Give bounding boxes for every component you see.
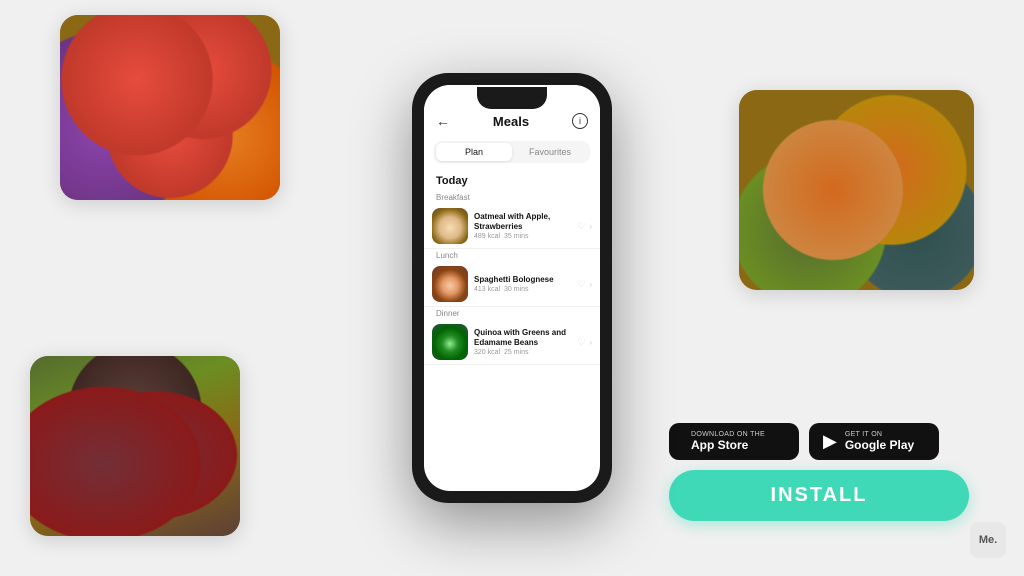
meal-image-oatmeal <box>432 208 468 244</box>
meal-name-dinner: Quinoa with Greens and Edamame Beans <box>474 328 577 347</box>
meal-actions-lunch: ♡ › <box>577 279 592 290</box>
category-dinner: Dinner <box>424 307 600 320</box>
app-store-sub: Download on the <box>691 431 765 438</box>
screen-content: ← Meals i Plan Favourites Today Breakfas… <box>424 85 600 491</box>
store-buttons: Download on the App Store ▶ GET IT ON Go… <box>669 423 969 460</box>
meal-info-breakfast: Oatmeal with Apple, Strawberries 489 kca… <box>474 212 577 240</box>
chevron-icon-dinner[interactable]: › <box>589 338 592 347</box>
meal-name-lunch: Spaghetti Bolognese <box>474 275 577 285</box>
google-play-main: Google Play <box>845 438 914 452</box>
meal-item-dinner[interactable]: Quinoa with Greens and Edamame Beans 320… <box>424 320 600 365</box>
heart-icon-breakfast[interactable]: ♡ <box>577 221 585 232</box>
section-today: Today <box>424 171 600 191</box>
google-play-sub: GET IT ON <box>845 431 914 438</box>
heart-icon-lunch[interactable]: ♡ <box>577 279 585 290</box>
meal-image-quinoa <box>432 324 468 360</box>
phone-screen: ← Meals i Plan Favourites Today Breakfas… <box>424 85 600 491</box>
food-image-top-left <box>60 15 280 200</box>
tab-favourites[interactable]: Favourites <box>512 143 588 161</box>
google-play-button[interactable]: ▶ GET IT ON Google Play <box>809 423 939 460</box>
meal-item-breakfast[interactable]: Oatmeal with Apple, Strawberries 489 kca… <box>424 204 600 249</box>
category-lunch: Lunch <box>424 249 600 262</box>
meal-name-breakfast: Oatmeal with Apple, Strawberries <box>474 212 577 231</box>
google-play-text: GET IT ON Google Play <box>845 431 914 452</box>
app-store-main: App Store <box>691 438 765 452</box>
meal-actions-dinner: ♡ › <box>577 337 592 348</box>
category-breakfast: Breakfast <box>424 191 600 204</box>
chevron-icon-breakfast[interactable]: › <box>589 222 592 231</box>
meal-meta-lunch: 413 kcal 30 mins <box>474 286 577 293</box>
food-image-bottom-left <box>30 356 240 536</box>
meal-actions-breakfast: ♡ › <box>577 221 592 232</box>
food-image-right <box>739 90 974 290</box>
google-play-icon: ▶ <box>823 431 837 452</box>
app-store-text: Download on the App Store <box>691 431 765 452</box>
meal-info-lunch: Spaghetti Bolognese 413 kcal 30 mins <box>474 275 577 294</box>
meal-meta-dinner: 320 kcal 25 mins <box>474 349 577 356</box>
chevron-icon-lunch[interactable]: › <box>589 280 592 289</box>
phone-mockup: ← Meals i Plan Favourites Today Breakfas… <box>412 73 612 503</box>
app-store-button[interactable]: Download on the App Store <box>669 423 799 460</box>
back-button[interactable]: ← <box>436 113 450 129</box>
tab-bar: Plan Favourites <box>434 141 590 163</box>
screen-title: Meals <box>493 114 529 129</box>
meal-meta-breakfast: 489 kcal 35 mins <box>474 233 577 240</box>
info-button[interactable]: i <box>572 113 588 129</box>
meal-item-lunch[interactable]: Spaghetti Bolognese 413 kcal 30 mins ♡ › <box>424 262 600 307</box>
heart-icon-dinner[interactable]: ♡ <box>577 337 585 348</box>
tab-plan[interactable]: Plan <box>436 143 512 161</box>
install-button[interactable]: INSTALL <box>669 470 969 521</box>
meal-info-dinner: Quinoa with Greens and Edamame Beans 320… <box>474 328 577 356</box>
meal-image-spaghetti <box>432 266 468 302</box>
phone-notch <box>477 87 547 109</box>
me-logo: Me. <box>970 522 1006 558</box>
cta-area: Download on the App Store ▶ GET IT ON Go… <box>669 423 969 521</box>
